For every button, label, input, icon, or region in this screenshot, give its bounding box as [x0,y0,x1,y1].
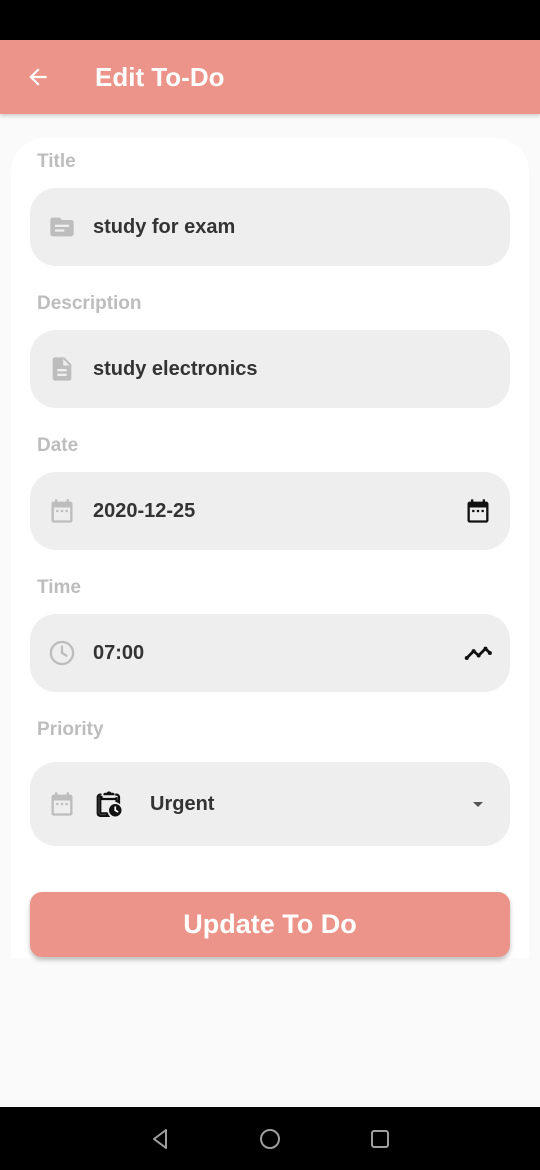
trend-icon[interactable] [463,638,493,668]
time-value: 07:00 [93,641,145,664]
nav-recents-icon [371,1130,389,1148]
back-button[interactable] [18,57,58,97]
date-value: 2020-12-25 [93,499,196,522]
update-todo-button[interactable]: Update To Do [30,892,510,957]
priority-value: Urgent [150,792,215,815]
priority-label: Priority [37,719,104,740]
document-icon [48,355,76,383]
description-label: Description [37,293,142,314]
arrow-back-icon [29,68,47,86]
calendar-icon [48,790,76,818]
title-label: Title [37,151,76,172]
nav-home-button[interactable] [256,1125,284,1153]
title-field[interactable]: study for exam [30,188,510,266]
calendar-icon [48,497,76,525]
date-field[interactable]: 2020-12-25 [30,472,510,550]
time-field[interactable]: 07:00 [30,614,510,692]
calendar-picker-icon[interactable] [463,496,493,526]
status-bar [0,0,540,40]
dropdown-arrow-icon[interactable] [463,789,493,819]
system-nav-bar [0,1107,540,1170]
nav-back-button[interactable] [146,1125,174,1153]
time-label: Time [37,577,82,598]
folder-icon [48,213,76,241]
nav-recents-button[interactable] [366,1125,394,1153]
clock-icon [48,639,76,667]
nav-home-icon [260,1129,280,1149]
clipboard-clock-icon [94,789,124,819]
description-field[interactable]: study electronics [30,330,510,408]
priority-dropdown[interactable]: Urgent [30,762,510,846]
title-value: study for exam [93,215,236,238]
date-label: Date [37,435,79,456]
nav-back-icon [153,1129,167,1149]
app-bar: Edit To-Do [0,40,540,114]
page-title: Edit To-Do [95,61,225,92]
description-value: study electronics [93,357,258,380]
